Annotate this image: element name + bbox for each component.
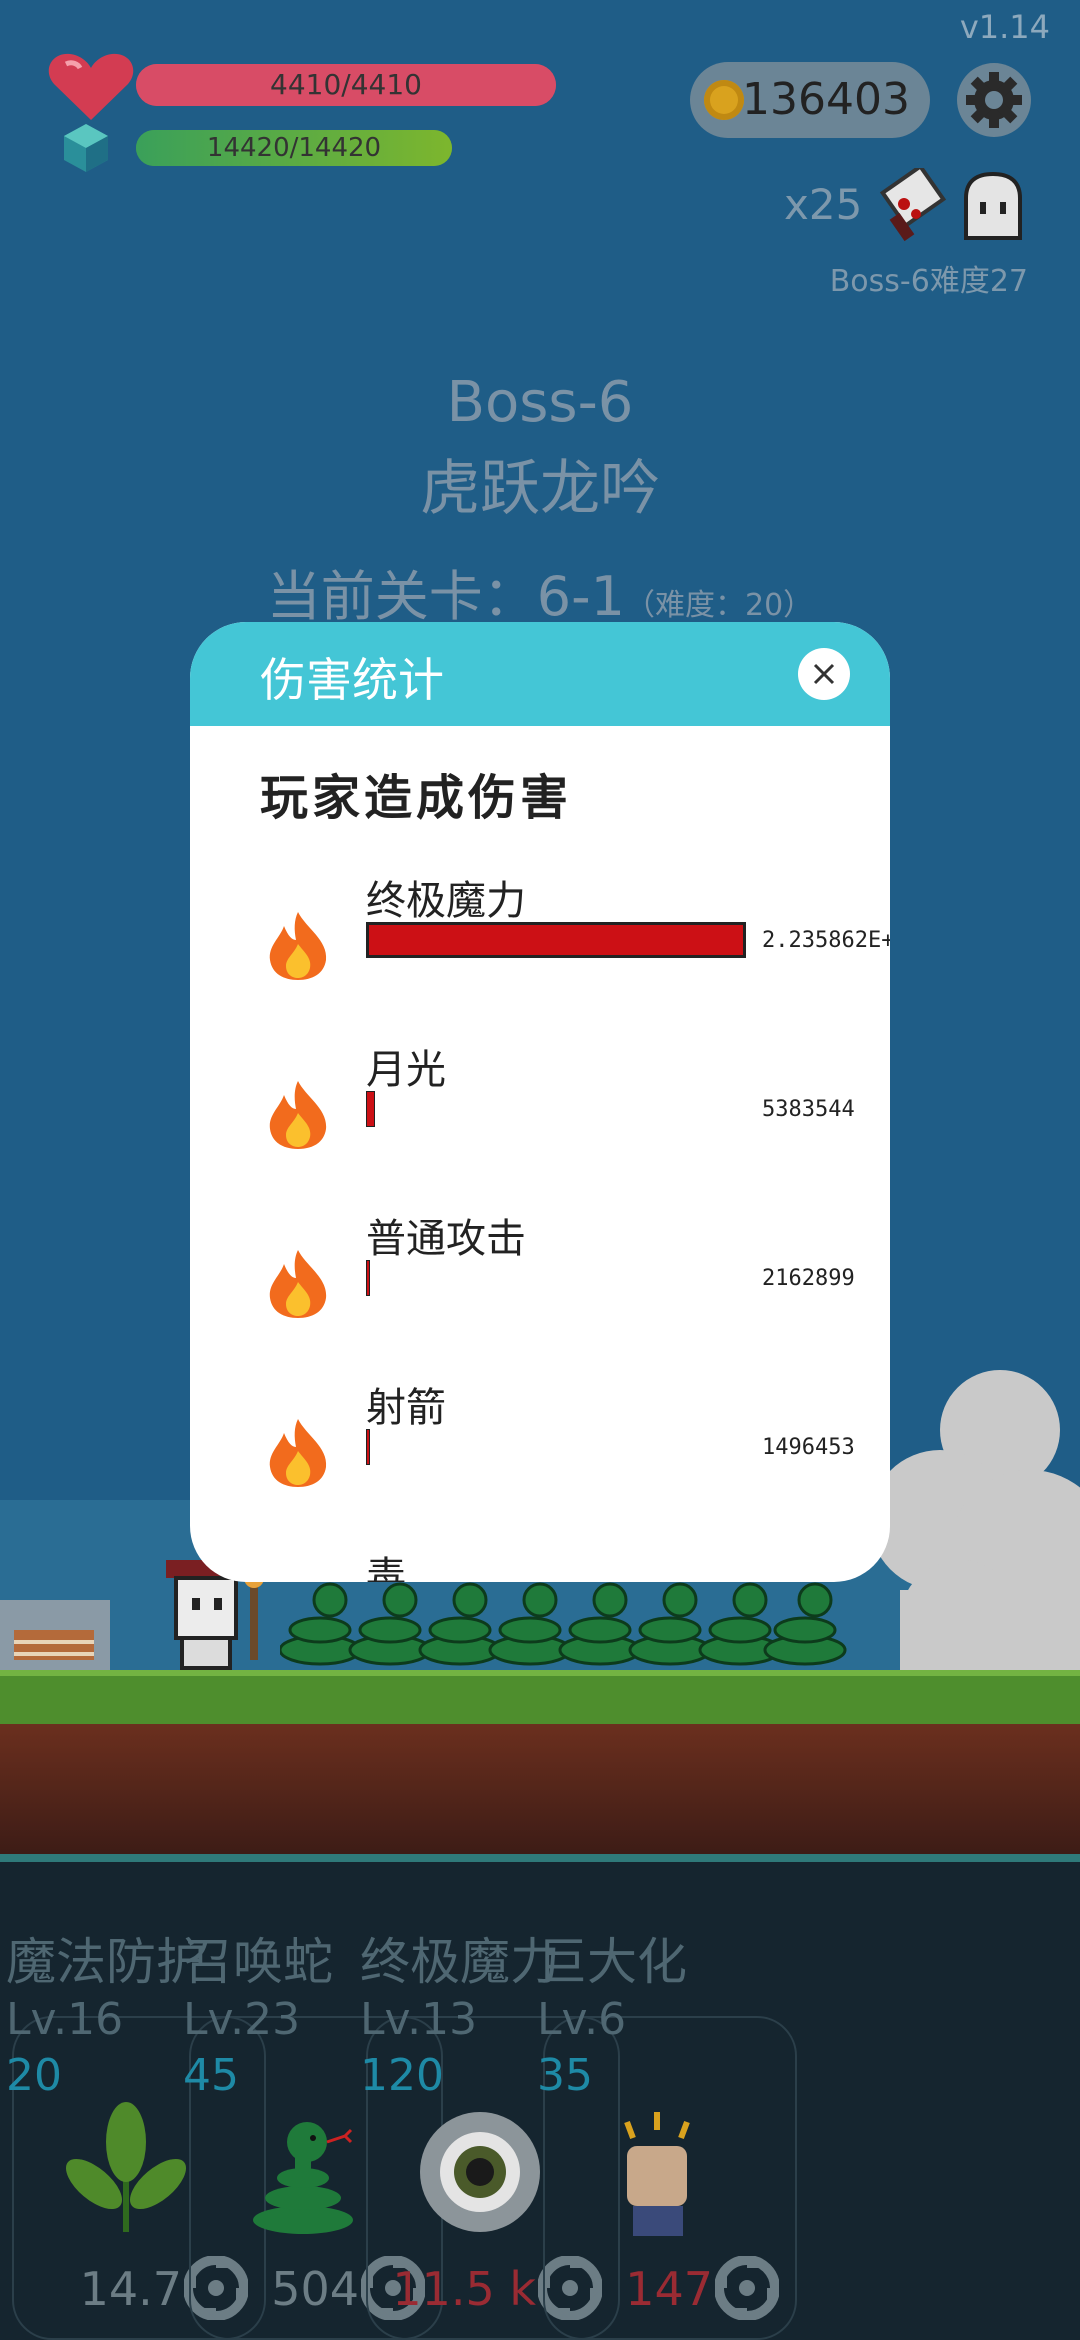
damage-source-name: 月光 <box>366 1047 446 1093</box>
ghost-icon <box>964 172 1022 240</box>
current-level: 当前关卡：6-1（难度：20） <box>0 552 1080 631</box>
version-label: v1.14 <box>959 8 1050 46</box>
skill-cost: 20 <box>6 2050 62 2101</box>
close-button[interactable] <box>798 648 850 700</box>
heart-icon <box>48 53 134 120</box>
current-level-label: 当前关卡：6-1 <box>266 565 625 628</box>
skill-value: 504 <box>271 2262 359 2316</box>
smoke-cloud <box>880 1370 1080 1670</box>
skill-level: Lv.16 <box>6 1994 124 2045</box>
multiplier-text: x25 <box>784 180 863 229</box>
damage-value: 5383544 <box>762 1097 855 1122</box>
upgrade-spin-icon[interactable] <box>715 2256 779 2320</box>
cleaver-icon <box>879 168 947 242</box>
eye-icon <box>420 2112 540 2232</box>
skill-name: 终极魔力 <box>360 1933 560 1991</box>
close-icon <box>813 663 835 685</box>
flame-icon <box>269 1419 327 1487</box>
gear-icon[interactable] <box>956 62 1032 138</box>
skill-cost: 45 <box>183 2050 239 2101</box>
mana-gem-icon <box>64 124 108 172</box>
flame-icon <box>269 1081 327 1149</box>
dialog-header: 伤害统计 <box>190 622 890 726</box>
grass-ground <box>0 1670 1080 1730</box>
skill-value: 11.5 k <box>392 2262 536 2316</box>
dialog-subtitle: 玩家造成伤害 <box>260 770 573 826</box>
skill-name: 魔法防护 <box>6 1933 206 1991</box>
house-sprite <box>0 1600 110 1670</box>
skill-name: 召唤蛇 <box>183 1933 333 1991</box>
mp-text: 14420/14420 <box>206 133 382 163</box>
flame-icon <box>269 912 327 980</box>
skill-cost: 35 <box>537 2050 593 2101</box>
damage-value: 2.235862E+ <box>762 928 890 953</box>
boss-subtitle: 虎跃龙吟 <box>420 454 660 524</box>
damage-row: 月光 5383544 <box>190 1035 890 1195</box>
boss-name: Boss-6 <box>446 370 634 435</box>
damage-bar <box>366 922 746 958</box>
current-level-difficulty: （难度：20） <box>625 588 814 623</box>
scene-divider <box>0 1854 1080 1862</box>
skill-level: Lv.13 <box>360 1994 478 2045</box>
damage-source-name: 终极魔力 <box>366 878 526 924</box>
leaf-icon <box>65 2102 187 2232</box>
damage-row: 毒 <box>190 1542 890 1582</box>
snake-enemies <box>280 1582 847 1666</box>
flame-icon <box>269 1250 327 1318</box>
damage-source-name: 射箭 <box>366 1385 446 1431</box>
skill-level: Lv.6 <box>537 1994 627 2045</box>
fist-icon <box>624 2112 690 2236</box>
skill-value: 147 <box>625 2262 713 2316</box>
damage-bar <box>366 1091 375 1127</box>
damage-value: 2162899 <box>762 1266 855 1291</box>
damage-row: 射箭 1496453 <box>190 1373 890 1533</box>
dirt-ground <box>0 1724 1080 1854</box>
damage-bar <box>366 1260 370 1296</box>
coin-icon <box>704 80 744 120</box>
skill-name: 巨大化 <box>537 1933 687 1991</box>
skill-slot-giant[interactable]: 巨大化 Lv.6 35 147 <box>531 1862 797 2340</box>
skill-cost: 120 <box>360 2050 444 2101</box>
damage-stats-dialog: 伤害统计 玩家造成伤害 终极魔力 2.235862E+ 月光 5383544 普… <box>190 622 890 1582</box>
damage-bar <box>366 1429 370 1465</box>
dialog-title: 伤害统计 <box>260 653 444 707</box>
damage-row: 终极魔力 2.235862E+ <box>190 866 890 1026</box>
damage-value: 1496453 <box>762 1435 855 1460</box>
skill-level: Lv.23 <box>183 1994 301 2045</box>
damage-source-name: 普通攻击 <box>366 1216 526 1262</box>
snake-icon <box>253 2122 353 2234</box>
coin-count: 136403 <box>742 74 910 125</box>
hp-text: 4410/4410 <box>270 68 422 101</box>
boss-difficulty: Boss-6难度27 <box>829 264 1028 299</box>
skill-value: 14.7 <box>79 2262 182 2316</box>
damage-source-name: 毒 <box>366 1554 406 1582</box>
damage-row: 普通攻击 2162899 <box>190 1204 890 1364</box>
